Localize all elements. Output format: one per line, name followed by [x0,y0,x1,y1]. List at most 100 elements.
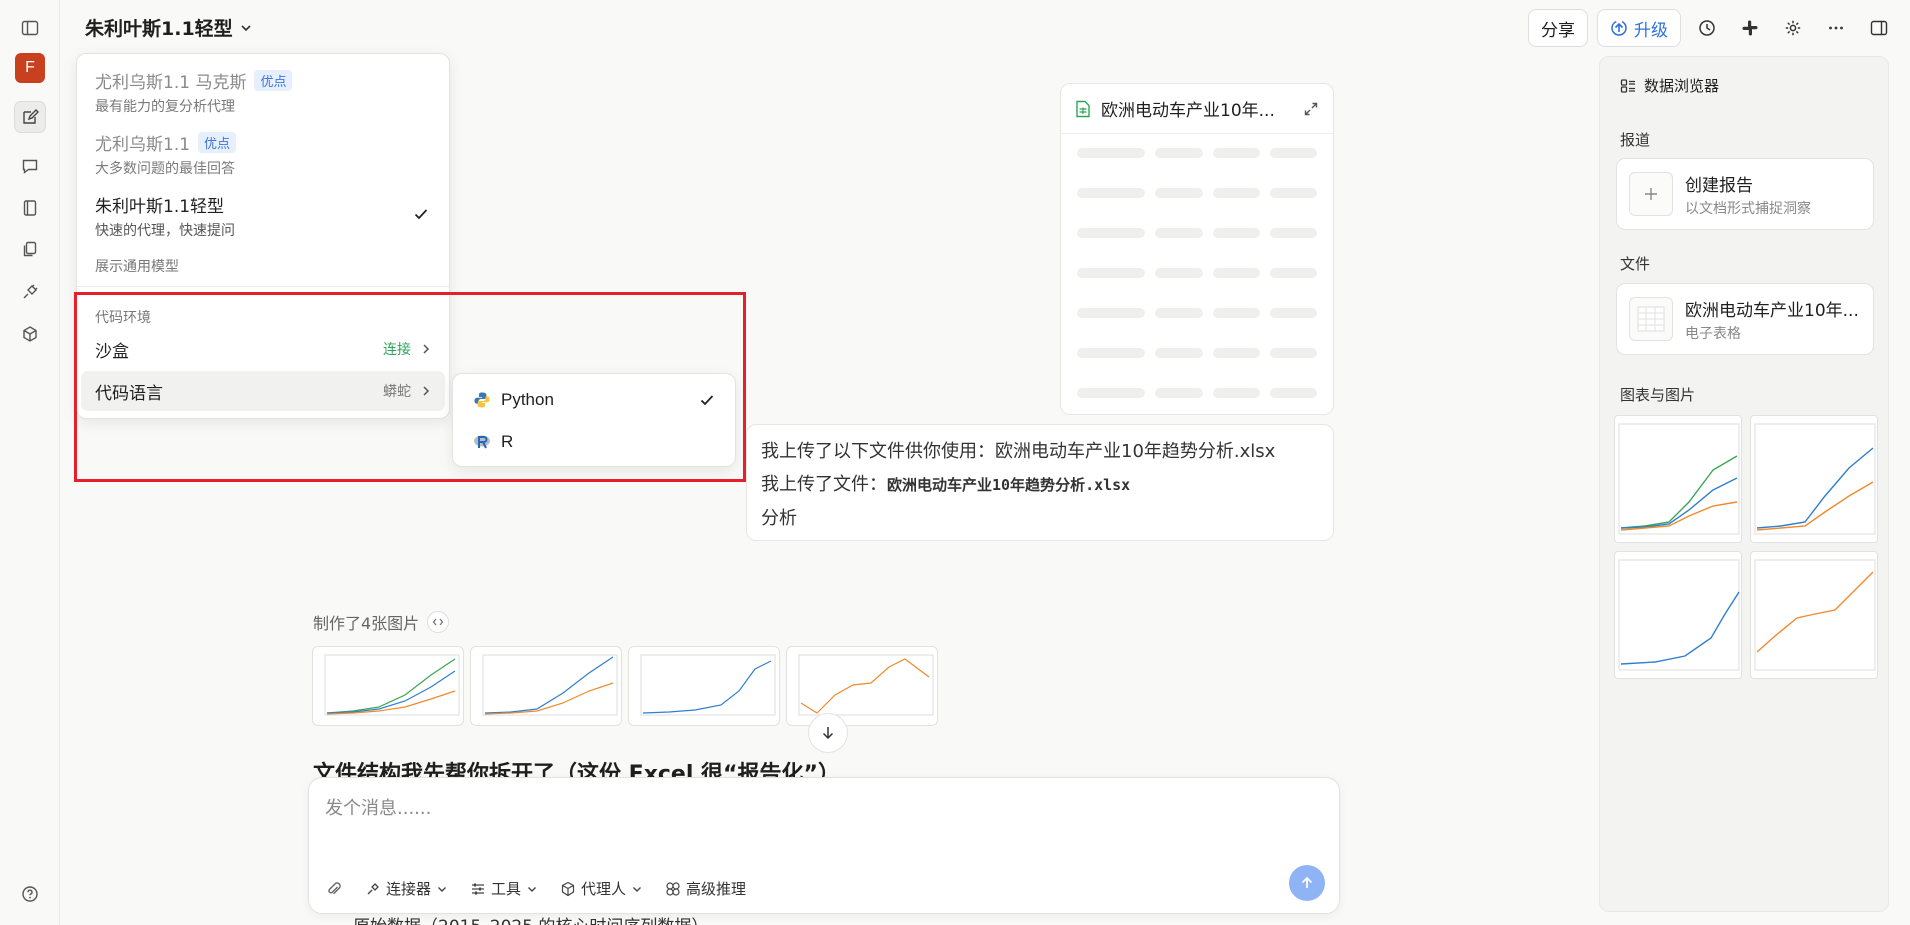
chat-bubble-icon[interactable] [14,150,46,182]
sliders-icon [470,881,486,897]
message-input[interactable]: 发个消息...... [325,794,431,820]
composer-tools: 连接器 工具 代理人 高级推理 [325,878,746,899]
sandbox-label: 沙盒 [95,341,129,362]
file-card[interactable]: 欧洲电动车产业10年... 电子表格 [1616,283,1874,355]
create-report-title: 创建报告 [1685,175,1753,196]
language-option-r[interactable]: R [457,422,731,462]
chart-thumbnail[interactable] [786,646,938,726]
send-button[interactable] [1289,865,1325,901]
check-icon [413,206,429,222]
files-icon[interactable] [14,233,46,265]
connectors-dropdown[interactable]: 连接器 [365,878,448,899]
cube-icon[interactable] [14,318,46,350]
code-language-value: 蟒蛇 [383,384,411,400]
chart-thumbnail[interactable] [1614,551,1742,679]
model-option-desc: 最有能力的复分析代理 [95,99,235,115]
model-title: 朱利叶斯1.1轻型 [85,18,233,40]
toggle-sidebar-icon[interactable] [14,12,46,44]
chart-thumbnail[interactable] [628,646,780,726]
advanced-reasoning-label: 高级推理 [686,880,747,898]
chart-thumbnail[interactable] [1750,415,1878,543]
files-heading: 文件 [1620,255,1651,273]
sandbox-status: 连接 [383,342,411,358]
python-icon [473,391,491,409]
reasoning-icon [665,881,681,897]
spreadsheet-icon [1629,297,1673,341]
message-line-3: 分析 [761,508,797,529]
code-language-submenu: Python R [452,373,736,467]
pro-badge: 优点 [254,70,293,91]
chevron-right-icon [421,385,431,397]
divider [77,286,449,287]
code-language-row[interactable]: 代码语言 蟒蛇 [81,371,445,411]
header-actions: 分享 升级 [1528,9,1896,47]
panel-toggle-icon[interactable] [1862,9,1896,47]
settings-icon[interactable] [1776,9,1810,47]
model-option-name: 朱利叶斯1.1轻型 [95,197,225,217]
code-toggle-icon[interactable] [427,611,450,633]
file-preview-name: 欧洲电动车产业10年... [1101,101,1275,121]
data-browser-title: 数据浏览器 [1620,75,1719,96]
model-option-standard[interactable]: 尤利乌斯1.1 优点 大多数问题的最佳回答 [95,130,431,178]
share-label: 分享 [1541,20,1575,41]
chevron-down-icon [631,883,643,895]
chevron-down-icon [239,21,253,35]
sandbox-row[interactable]: 沙盒 连接 [81,329,445,369]
charts-heading: 图表与图片 [1620,386,1696,404]
chart-thumbnail[interactable] [470,646,622,726]
show-general-models[interactable]: 展示通用模型 [95,256,179,276]
share-button[interactable]: 分享 [1528,9,1588,47]
plug-icon [365,881,381,897]
message-line-2: 我上传了文件：欧洲电动车产业10年趋势分析.xlsx [761,468,1319,502]
history-icon[interactable] [1690,9,1724,47]
cube-icon [560,881,576,897]
file-name: 欧洲电动车产业10年... [1685,300,1859,321]
advanced-reasoning-toggle[interactable]: 高级推理 [665,878,746,899]
model-option-lite[interactable]: 朱利叶斯1.1轻型 快速的代理，快速提问 [95,192,431,240]
r-icon [473,433,491,451]
scroll-down-button[interactable] [808,713,848,753]
slack-icon[interactable] [1733,9,1767,47]
help-icon[interactable] [14,878,46,910]
spreadsheet-icon [1075,100,1091,118]
model-selector[interactable]: 朱利叶斯1.1轻型 [85,14,253,41]
new-chat-icon[interactable] [14,101,46,133]
made-images-row: 制作了4张图片 [313,610,450,634]
expand-icon[interactable] [1303,101,1319,117]
connectors-label: 连接器 [386,880,432,898]
code-language-label: 代码语言 [95,383,163,404]
language-option-python[interactable]: Python [457,380,731,420]
check-icon [699,392,715,408]
data-browser-icon [1620,78,1636,94]
reports-heading: 报道 [1620,131,1651,149]
chart-thumbnail[interactable] [1750,551,1878,679]
plug-icon[interactable] [14,276,46,308]
model-option-max[interactable]: 尤利乌斯1.1 马克斯 优点 最有能力的复分析代理 [95,68,431,116]
python-label: Python [501,390,554,409]
tools-dropdown[interactable]: 工具 [470,878,538,899]
made-images-label: 制作了4张图片 [313,614,420,633]
agents-label: 代理人 [581,880,627,898]
message-composer: 发个消息...... 连接器 工具 代理人 高级推理 [308,777,1340,914]
chart-thumbnail[interactable] [312,646,464,726]
r-label: R [501,432,514,451]
attach-icon[interactable] [325,880,343,898]
notebook-icon[interactable] [14,192,46,224]
create-report-card[interactable]: 创建报告 以文档形式捕捉洞察 [1616,158,1874,230]
avatar[interactable]: F [15,53,45,83]
upgrade-label: 升级 [1634,20,1668,41]
model-option-desc: 大多数问题的最佳回答 [95,161,235,177]
file-preview-card[interactable]: 欧洲电动车产业10年... [1060,83,1334,415]
chart-thumbnail[interactable] [1614,415,1742,543]
chevron-right-icon [421,343,431,355]
model-option-desc: 快速的代理，快速提问 [95,223,235,239]
tools-label: 工具 [491,880,522,898]
create-report-subtitle: 以文档形式捕捉洞察 [1685,200,1811,217]
agents-dropdown[interactable]: 代理人 [560,878,643,899]
chevron-down-icon [526,883,538,895]
image-thumbnails [312,646,938,726]
more-icon[interactable] [1819,9,1853,47]
pro-badge: 优点 [198,132,237,153]
data-browser-label: 数据浏览器 [1644,77,1720,95]
upgrade-button[interactable]: 升级 [1597,9,1681,47]
